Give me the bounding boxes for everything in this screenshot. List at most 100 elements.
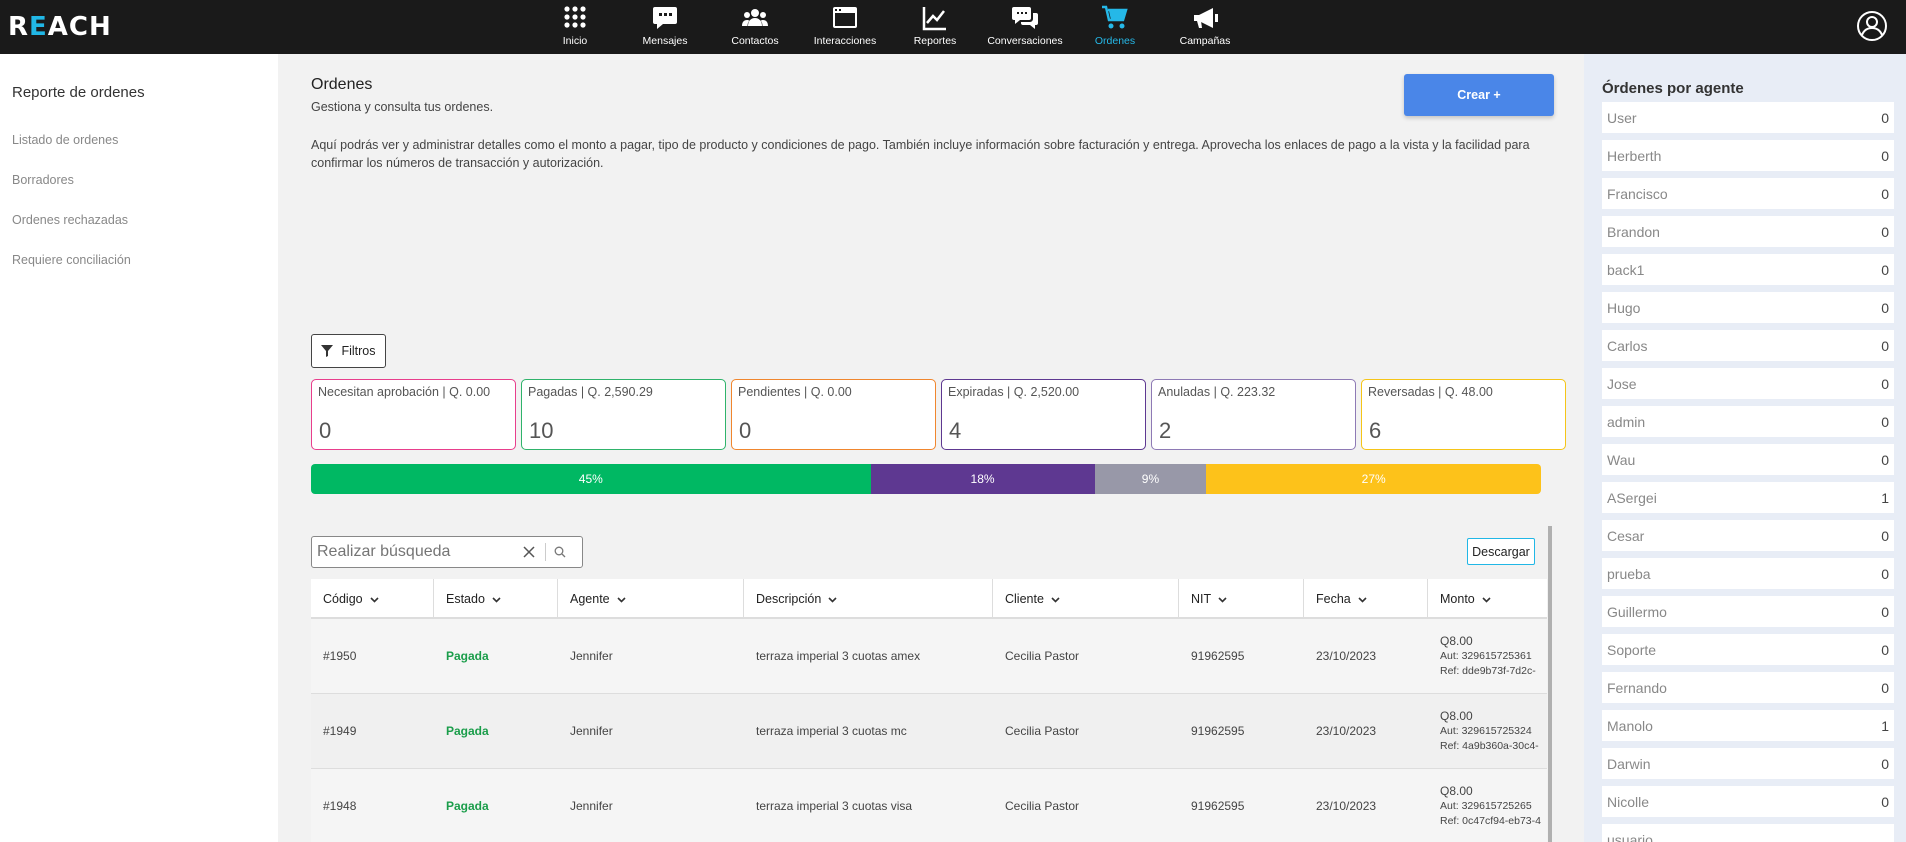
agent-row[interactable]: Carlos 0	[1602, 330, 1894, 361]
main-nav: Inicio Mensajes Contactos Interacciones …	[530, 0, 1250, 54]
nav-interacciones[interactable]: Interacciones	[800, 0, 890, 54]
agent-row[interactable]: Cesar 0	[1602, 520, 1894, 551]
agent-row[interactable]: Fernando 0	[1602, 672, 1894, 703]
card-count: 2	[1159, 418, 1172, 443]
main-content: Ordenes Gestiona y consulta tus ordenes.…	[278, 54, 1584, 842]
cell-descripcion: terraza imperial 3 cuotas mc	[756, 724, 907, 738]
agent-row[interactable]: ASergei 1	[1602, 482, 1894, 513]
table-row[interactable]: #1949 Pagada Jennifer terraza imperial 3…	[311, 694, 1547, 769]
agent-name: Jose	[1607, 375, 1637, 392]
agent-count: 0	[1881, 185, 1889, 202]
cell-codigo: #1950	[323, 649, 357, 663]
create-order-button[interactable]: Crear +	[1404, 74, 1554, 116]
sidebar-link-conciliacion[interactable]: Requiere conciliación	[12, 253, 131, 267]
agent-row[interactable]: Jose 0	[1602, 368, 1894, 399]
agent-row[interactable]: Brandon 0	[1602, 216, 1894, 247]
agent-row[interactable]: Guillermo 0	[1602, 596, 1894, 627]
page-description: Aquí podrás ver y administrar detalles c…	[311, 138, 1530, 170]
agent-row[interactable]: User 0	[1602, 102, 1894, 133]
agent-row[interactable]: usuario	[1602, 824, 1894, 842]
status-cards: Necesitan aprobación | Q. 0.00 0 Pagadas…	[311, 379, 1566, 450]
filter-icon	[321, 345, 334, 357]
col-descripcion[interactable]: Descripción	[744, 579, 993, 619]
card-pendientes[interactable]: Pendientes | Q. 0.00 0	[731, 379, 936, 450]
search-divider	[545, 543, 546, 561]
card-anuladas[interactable]: Anuladas | Q. 223.32 2	[1151, 379, 1356, 450]
nav-contactos[interactable]: Contactos	[710, 0, 800, 54]
agent-row[interactable]: Soporte 0	[1602, 634, 1894, 665]
status-progress-bar: 45% 18% 9% 27%	[311, 464, 1541, 494]
cell-estado: Pagada	[446, 799, 489, 813]
search-box	[311, 536, 583, 568]
sidebar-link-borradores[interactable]: Borradores	[12, 173, 74, 187]
search-icon[interactable]	[550, 542, 570, 562]
agent-row[interactable]: Hugo 0	[1602, 292, 1894, 323]
search-input[interactable]	[317, 538, 517, 566]
col-monto[interactable]: Monto	[1428, 579, 1547, 619]
filters-button[interactable]: Filtros	[311, 334, 386, 368]
agent-count: 0	[1881, 337, 1889, 354]
card-count: 0	[319, 418, 332, 443]
top-navbar: R E ACH Inicio Mensajes Contactos Interacc…	[0, 0, 1906, 54]
agent-row[interactable]: Francisco 0	[1602, 178, 1894, 209]
nav-reportes[interactable]: Reportes	[890, 0, 980, 54]
chevron-down-icon	[370, 596, 379, 603]
col-estado[interactable]: Estado	[434, 579, 558, 619]
agent-count: 0	[1881, 565, 1889, 582]
table-scrollbar[interactable]	[1548, 526, 1552, 842]
sidebar-link-listado[interactable]: Listado de ordenes	[12, 133, 118, 147]
nav-campanas[interactable]: Campañas	[1160, 0, 1250, 54]
agent-name: Fernando	[1607, 679, 1667, 696]
agent-count: 0	[1881, 527, 1889, 544]
col-agente[interactable]: Agente	[558, 579, 744, 619]
message-icon	[653, 7, 677, 29]
agent-count: 0	[1881, 413, 1889, 430]
agent-row[interactable]: Darwin 0	[1602, 748, 1894, 779]
cell-codigo: #1948	[323, 799, 357, 813]
agent-row[interactable]: Nicolle 0	[1602, 786, 1894, 817]
cell-estado: Pagada	[446, 724, 489, 738]
table-row[interactable]: #1950 Pagada Jennifer terraza imperial 3…	[311, 619, 1547, 694]
agent-row[interactable]: back1 0	[1602, 254, 1894, 285]
card-count: 10	[529, 418, 554, 443]
agent-name: admin	[1607, 413, 1646, 430]
col-fecha[interactable]: Fecha	[1304, 579, 1428, 619]
col-nit[interactable]: NIT	[1179, 579, 1304, 619]
chart-icon	[922, 7, 946, 31]
card-reversadas[interactable]: Reversadas | Q. 48.00 6	[1361, 379, 1566, 450]
page-subtitle: Gestiona y consulta tus ordenes.	[311, 100, 494, 114]
col-cliente[interactable]: Cliente	[993, 579, 1179, 619]
progress-segment: 18%	[870, 464, 1095, 494]
nav-mensajes[interactable]: Mensajes	[620, 0, 710, 54]
cell-estado: Pagada	[446, 649, 489, 663]
agent-row[interactable]: Manolo 1	[1602, 710, 1894, 741]
sidebar-link-rechazadas[interactable]: Ordenes rechazadas	[12, 213, 128, 227]
chevron-down-icon	[1358, 596, 1367, 603]
card-necesitan-aprobacion[interactable]: Necesitan aprobación | Q. 0.00 0	[311, 379, 516, 450]
card-expiradas[interactable]: Expiradas | Q. 2,520.00 4	[941, 379, 1146, 450]
download-button[interactable]: Descargar	[1467, 538, 1535, 565]
cell-fecha: 23/10/2023	[1316, 799, 1377, 813]
cell-nit: 91962595	[1191, 724, 1245, 738]
monto-aut: Aut: 329615725361	[1440, 649, 1532, 662]
agent-count: 0	[1881, 375, 1889, 392]
users-icon	[742, 9, 768, 26]
table-row[interactable]: #1948 Pagada Jennifer terraza imperial 3…	[311, 769, 1547, 842]
user-account-icon[interactable]	[1856, 10, 1888, 42]
monto-ref: Ref: dde9b73f-7d2c-	[1440, 664, 1536, 677]
reach-logo[interactable]: R E ACH	[8, 8, 112, 46]
cell-nit: 91962595	[1191, 799, 1245, 813]
cell-monto: Q8.00 Aut: 329615725324 Ref: 4a9b360a-30…	[1428, 694, 1547, 768]
nav-inicio[interactable]: Inicio	[530, 0, 620, 54]
col-codigo[interactable]: Código	[311, 579, 434, 619]
card-pagadas[interactable]: Pagadas | Q. 2,590.29 10	[521, 379, 726, 450]
agent-row[interactable]: Herberth 0	[1602, 140, 1894, 171]
agent-row[interactable]: Wau 0	[1602, 444, 1894, 475]
agent-row[interactable]: prueba 0	[1602, 558, 1894, 589]
cell-agente: Jennifer	[570, 799, 613, 813]
nav-conversaciones[interactable]: Conversaciones	[980, 0, 1070, 54]
nav-ordenes[interactable]: Ordenes	[1070, 0, 1160, 54]
agent-row[interactable]: admin 0	[1602, 406, 1894, 437]
clear-search-icon[interactable]	[517, 540, 541, 564]
card-count: 4	[949, 418, 962, 443]
